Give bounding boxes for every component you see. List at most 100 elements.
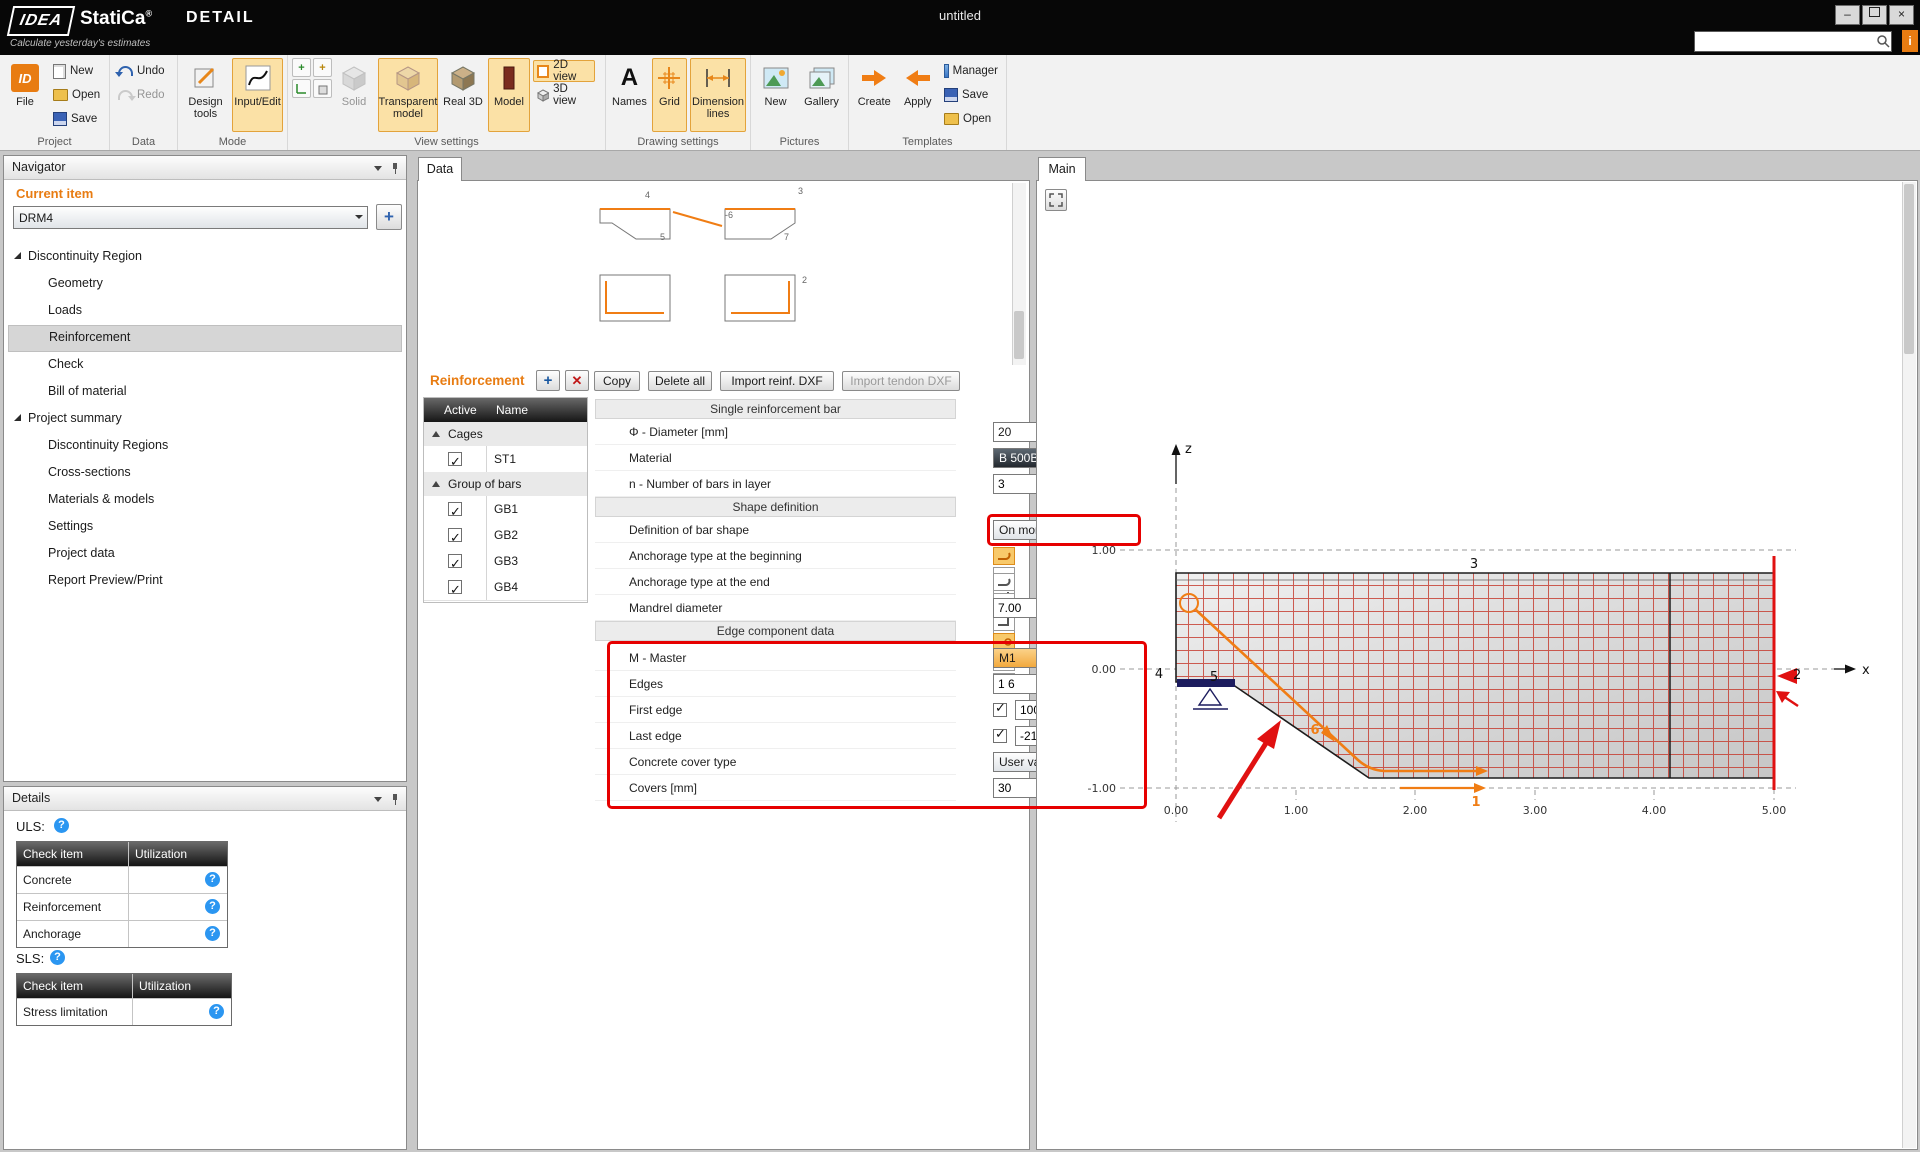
covers-row: Covers [mm] <box>595 775 956 801</box>
active-checkbox[interactable] <box>448 452 462 466</box>
import-tendon-dxf-button[interactable]: Import tendon DXF <box>842 371 960 391</box>
file-icon: ID <box>11 62 39 94</box>
collapse-icon[interactable] <box>374 166 382 171</box>
axes-icon[interactable] <box>292 79 311 98</box>
delete-all-button[interactable]: Delete all <box>648 371 712 391</box>
covers-label: Covers [mm] <box>629 781 956 795</box>
active-checkbox[interactable] <box>448 554 462 568</box>
group-row-cages[interactable]: Cages <box>424 422 587 447</box>
template-manager-button[interactable]: Manager <box>940 60 1002 82</box>
first-edge-checkbox[interactable] <box>993 703 1007 717</box>
tab-main[interactable]: Main <box>1038 157 1086 181</box>
import-reinf-dxf-button[interactable]: Import reinf. DXF <box>720 371 834 391</box>
gallery-button[interactable]: Gallery <box>799 58 844 132</box>
close-button[interactable]: × <box>1889 5 1914 25</box>
design-tools-button[interactable]: Design tools <box>182 58 229 132</box>
grid-button[interactable]: Grid <box>652 58 687 132</box>
real-3d-button[interactable]: Real 3D <box>441 58 485 132</box>
mini-cube-icon[interactable] <box>313 79 332 98</box>
collapse-group-icon[interactable] <box>432 431 440 437</box>
tree-item-report-preview[interactable]: Report Preview/Print <box>8 568 402 593</box>
picture-new-button[interactable]: New <box>755 58 796 132</box>
new-button[interactable]: New <box>49 60 104 82</box>
tree-expand-icon[interactable] <box>14 414 21 421</box>
uls-help-icon[interactable]: ? <box>54 818 69 833</box>
redo-button[interactable]: Redo <box>114 84 169 106</box>
tree-item-loads[interactable]: Loads <box>8 298 402 323</box>
structural-drawing[interactable]: z x 1.00 0.00 -1.00 0.00 1.00 2.00 3.00 … <box>1038 182 1902 1148</box>
list-item-gb4[interactable]: GB4 <box>424 574 587 601</box>
search-icon[interactable] <box>1876 34 1891 49</box>
fit-view-button[interactable] <box>1045 189 1067 211</box>
help-icon[interactable]: ? <box>205 872 220 887</box>
names-button[interactable]: A Names <box>610 58 649 132</box>
preview-scrollbar[interactable] <box>1012 183 1026 365</box>
model-button[interactable]: Model <box>488 58 530 132</box>
current-item-select[interactable]: DRM4 <box>13 206 368 229</box>
table-row: Concrete? <box>17 866 227 893</box>
table-row: Stress limitation? <box>17 998 231 1025</box>
main-scrollbar[interactable] <box>1902 182 1916 1148</box>
last-edge-checkbox[interactable] <box>993 729 1007 743</box>
copy-button[interactable]: Copy <box>594 371 640 391</box>
tree-item-reinforcement[interactable]: Reinforcement <box>8 325 402 352</box>
transparent-model-button[interactable]: Transparent model <box>378 58 438 132</box>
tree-item-project-data[interactable]: Project data <box>8 541 402 566</box>
undo-button[interactable]: Undo <box>114 60 169 82</box>
save-button[interactable]: Save <box>49 108 104 130</box>
tree-item-cross-sections[interactable]: Cross-sections <box>8 460 402 485</box>
anchorage-hook-icon[interactable] <box>993 547 1015 565</box>
copy-view-icon[interactable]: + <box>292 58 311 77</box>
view-3d-button[interactable]: 3D view <box>533 84 595 106</box>
dimension-lines-button[interactable]: Dimension lines <box>690 58 746 132</box>
section-single-bar: Single reinforcement bar <box>595 399 956 419</box>
template-save-button[interactable]: Save <box>940 84 1002 106</box>
tree-item-geometry[interactable]: Geometry <box>8 271 402 296</box>
collapse-icon[interactable] <box>374 797 382 802</box>
list-item-gb2[interactable]: GB2 <box>424 522 587 549</box>
paste-view-icon[interactable]: + <box>313 58 332 77</box>
list-item-gb3[interactable]: GB3 <box>424 548 587 575</box>
active-checkbox[interactable] <box>448 580 462 594</box>
tree-item-bill-of-material[interactable]: Bill of material <box>8 379 402 404</box>
minimize-button[interactable]: – <box>1835 5 1860 25</box>
active-checkbox[interactable] <box>448 528 462 542</box>
add-reinforcement-button[interactable]: + <box>536 370 560 391</box>
tree-item-discontinuity-regions[interactable]: Discontinuity Regions <box>8 433 402 458</box>
tree-item-check[interactable]: Check <box>8 352 402 377</box>
add-item-button[interactable]: + <box>376 204 402 230</box>
collapse-group-icon[interactable] <box>432 481 440 487</box>
maximize-button[interactable] <box>1862 5 1887 25</box>
list-item-gb1[interactable]: GB1 <box>424 496 587 523</box>
view-2d-button[interactable]: 2D view <box>533 60 595 82</box>
template-create-button[interactable]: Create <box>853 58 895 132</box>
pin-icon[interactable] <box>390 163 400 173</box>
solid-button[interactable]: Solid <box>333 58 375 132</box>
anchorage-hook-icon[interactable] <box>993 573 1015 591</box>
view-3d-icon <box>537 89 549 102</box>
tree-item-settings[interactable]: Settings <box>8 514 402 539</box>
group-row-bars[interactable]: Group of bars <box>424 472 587 497</box>
active-checkbox[interactable] <box>448 502 462 516</box>
file-button[interactable]: ID File <box>4 58 46 132</box>
pin-icon[interactable] <box>390 794 400 804</box>
info-button[interactable]: i <box>1902 30 1918 52</box>
tree-item-discontinuity-region[interactable]: Discontinuity Region <box>8 244 402 269</box>
open-button[interactable]: Open <box>49 84 104 106</box>
tab-data[interactable]: Data <box>418 157 462 181</box>
search-input[interactable] <box>1695 35 1876 49</box>
help-icon[interactable]: ? <box>209 1004 224 1019</box>
sls-help-icon[interactable]: ? <box>50 950 65 965</box>
template-open-button[interactable]: Open <box>940 108 1002 130</box>
section-shape-definition: Shape definition <box>595 497 956 517</box>
tree-item-project-summary[interactable]: Project summary <box>8 406 402 431</box>
delete-reinforcement-button[interactable]: ✕ <box>565 370 589 391</box>
template-apply-button[interactable]: Apply <box>898 58 937 132</box>
ribbon-group-mode: Design tools Input/Edit Mode <box>178 55 288 150</box>
help-icon[interactable]: ? <box>205 899 220 914</box>
tree-expand-icon[interactable] <box>14 252 21 259</box>
list-item-st1[interactable]: ST1 <box>424 446 587 473</box>
help-icon[interactable]: ? <box>205 926 220 941</box>
tree-item-materials-models[interactable]: Materials & models <box>8 487 402 512</box>
input-edit-button[interactable]: Input/Edit <box>232 58 283 132</box>
